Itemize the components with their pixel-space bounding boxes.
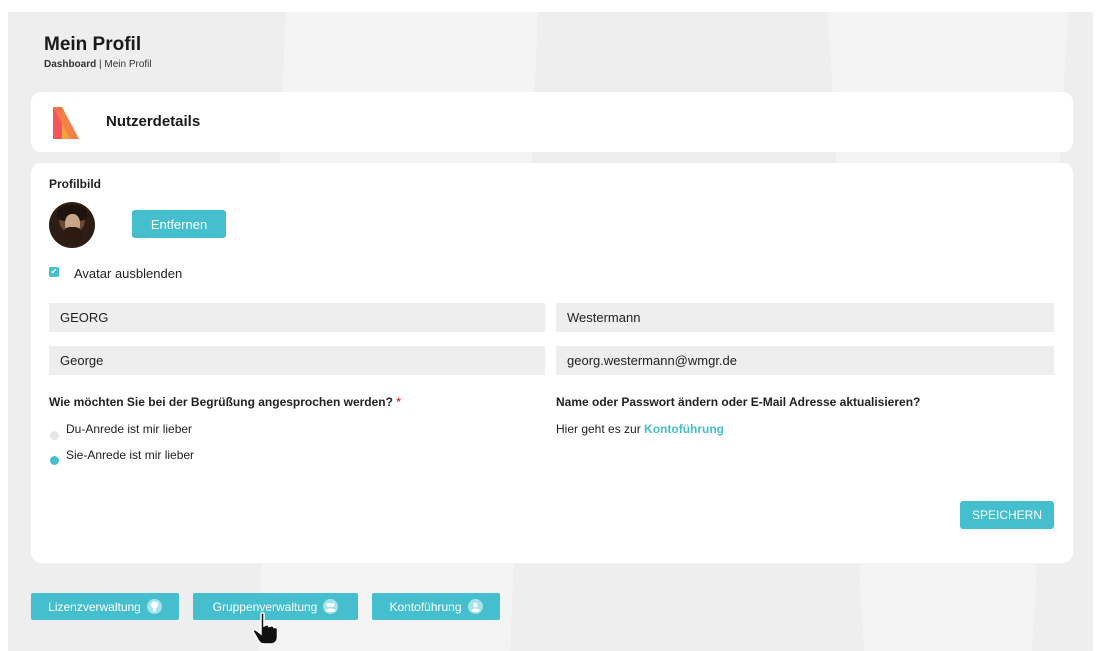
breadcrumb-current: Mein Profil [104, 59, 152, 70]
account-management-button[interactable]: Kontoführung [372, 593, 500, 620]
display-name-field[interactable]: George [49, 346, 545, 375]
breadcrumb-dashboard-link[interactable]: Dashboard [44, 59, 96, 70]
breadcrumb: Dashboard | Mein Profil [44, 59, 152, 70]
page-title: Mein Profil [44, 34, 142, 55]
license-management-button[interactable]: Lizenzverwaltung [31, 593, 179, 620]
last-name-field[interactable]: Westermann [556, 303, 1054, 332]
required-marker: * [396, 395, 401, 409]
profile-form-card: Profilbild Entfernen ✔ Avatar ausblenden… [31, 163, 1073, 563]
group-icon [323, 599, 339, 614]
account-management-link[interactable]: Kontoführung [644, 422, 724, 436]
radio-sie-anrede[interactable] [50, 456, 59, 465]
section-title: Nutzerdetails [106, 113, 201, 130]
radio-sie-anrede-label[interactable]: Sie-Anrede ist mir lieber [66, 448, 194, 462]
app-logo-icon [53, 107, 79, 139]
remove-avatar-button[interactable]: Entfernen [132, 210, 226, 238]
section-title-card: Nutzerdetails [31, 92, 1073, 152]
account-management-label: Kontoführung [389, 599, 462, 614]
page-header: Mein Profil Dashboard | Mein Profil [44, 34, 152, 70]
save-button[interactable]: SPEICHERN [960, 501, 1054, 529]
license-management-label: Lizenzverwaltung [48, 599, 141, 614]
user-icon [467, 599, 483, 614]
radio-du-anrede[interactable] [50, 431, 59, 440]
lightbulb-icon [146, 599, 162, 614]
first-name-field[interactable]: GEORG [49, 303, 545, 332]
hide-avatar-checkbox[interactable]: ✔ [49, 267, 59, 277]
account-question: Name oder Passwort ändern oder E-Mail Ad… [556, 395, 921, 409]
salutation-question: Wie möchten Sie bei der Begrüßung angesp… [49, 395, 401, 409]
account-hint: Hier geht es zur Kontoführung [556, 422, 724, 436]
profile-picture-label: Profilbild [49, 177, 101, 191]
account-hint-text: Hier geht es zur [556, 422, 645, 436]
hide-avatar-label: Avatar ausblenden [74, 266, 183, 281]
hand-pointer-cursor-icon [252, 612, 278, 645]
salutation-question-text: Wie möchten Sie bei der Begrüßung angesp… [49, 395, 393, 409]
avatar [49, 202, 95, 248]
email-field[interactable]: georg.westermann@wmgr.de [556, 346, 1054, 375]
radio-du-anrede-label[interactable]: Du-Anrede ist mir lieber [66, 422, 192, 436]
